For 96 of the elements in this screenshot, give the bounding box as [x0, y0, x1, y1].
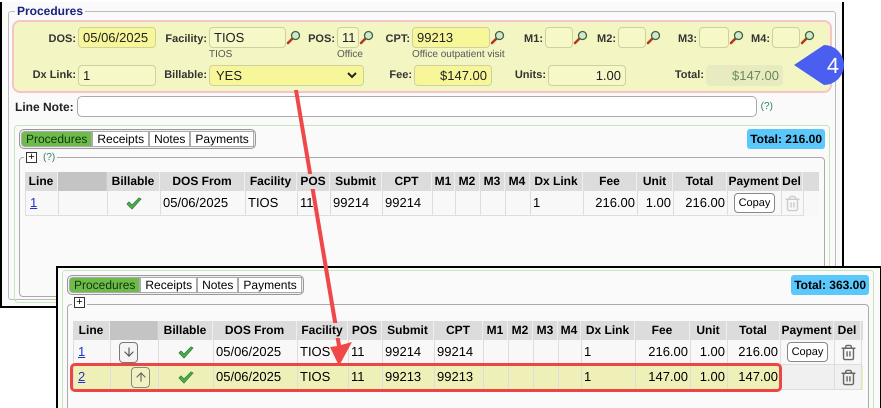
- search-icon[interactable]: [573, 30, 588, 45]
- input-field[interactable]: [772, 27, 800, 48]
- table-cell: 1: [531, 191, 584, 216]
- total-badge: Total: 363.00: [791, 275, 869, 295]
- field-label: CPT:: [384, 32, 411, 47]
- field-label: Units:: [514, 68, 547, 84]
- column-header: Payment: [781, 323, 832, 338]
- move-up-button[interactable]: [131, 366, 150, 388]
- search-icon[interactable]: [490, 30, 505, 45]
- table-cell: 147.00: [728, 365, 781, 390]
- move-down-button[interactable]: [119, 342, 138, 362]
- input-field[interactable]: 05/06/2025: [78, 27, 156, 48]
- field-label: POS:: [307, 32, 336, 47]
- total-badge: Total: 216.00: [747, 129, 825, 149]
- line-link[interactable]: 1: [28, 193, 40, 213]
- column-header: POS: [300, 174, 326, 189]
- column-header: Facility: [250, 174, 292, 189]
- field-label: DOS:: [48, 32, 77, 47]
- input-field[interactable]: 1: [78, 65, 156, 86]
- table-cell: 05/06/2025: [161, 191, 246, 216]
- input-field[interactable]: 99213: [412, 27, 490, 48]
- search-icon[interactable]: [800, 30, 815, 45]
- table-cell: 1: [582, 365, 636, 390]
- field-label: Fee:: [388, 68, 413, 84]
- field-label: M4:: [750, 32, 771, 47]
- input-field[interactable]: TIOS: [209, 27, 286, 48]
- expand-button[interactable]: +: [26, 152, 37, 163]
- table-cell: 99214: [331, 191, 383, 216]
- select-field[interactable]: YES: [209, 65, 364, 86]
- field-label: M3:: [677, 32, 698, 47]
- table-cell: 11: [349, 365, 383, 390]
- table-cell: 99213: [383, 365, 435, 390]
- delete-icon[interactable]: [840, 344, 856, 360]
- column-header: Payment: [728, 174, 779, 189]
- tab[interactable]: Procedures: [21, 131, 92, 147]
- table-row[interactable]: 1 05/06/2025 TIOS 11 99214 99214 1 216.00 1.00 216.00 Copay: [73, 340, 863, 365]
- field-label: Dx Link:: [32, 68, 77, 84]
- field-label: Facility:: [164, 32, 208, 47]
- search-icon[interactable]: [359, 30, 374, 45]
- expand-button[interactable]: +: [74, 297, 85, 308]
- tab[interactable]: Receipts: [140, 277, 198, 293]
- table-cell: 1.00: [638, 191, 674, 216]
- total-field: $147.00: [706, 65, 783, 86]
- line-note-field[interactable]: [76, 96, 757, 117]
- tab[interactable]: Notes: [197, 277, 238, 293]
- input-field[interactable]: $147.00: [414, 65, 492, 86]
- copay-button[interactable]: Copay: [786, 342, 828, 362]
- line-link[interactable]: 2: [76, 367, 88, 387]
- field-caption: Office: [337, 49, 364, 61]
- help-link[interactable]: (?): [43, 150, 56, 165]
- table-cell: 1.00: [691, 365, 728, 390]
- table-row[interactable]: 2 05/06/2025 TIOS 11 99213 99213 1 147.00 1.00 147.00: [73, 365, 863, 390]
- table-cell: TIOS: [298, 365, 349, 390]
- table-cell: 05/06/2025: [214, 340, 298, 365]
- tab[interactable]: Procedures: [69, 277, 140, 293]
- header-cell: [110, 321, 158, 340]
- field-caption: Office outpatient visit: [412, 49, 505, 61]
- help-link[interactable]: (?): [760, 99, 773, 114]
- tab[interactable]: Payments: [238, 277, 302, 293]
- table-cell: 216.00: [584, 191, 638, 216]
- table-cell: 216.00: [636, 340, 691, 365]
- table-cell: 05/06/2025: [214, 365, 298, 390]
- field-caption: TIOS: [209, 49, 234, 61]
- column-header: Facility: [301, 323, 343, 338]
- tab[interactable]: Receipts: [92, 131, 150, 147]
- input-field[interactable]: 1.00: [548, 65, 626, 86]
- delete-icon[interactable]: [840, 368, 856, 386]
- header-cell: [58, 172, 107, 191]
- table-cell: 1: [582, 340, 636, 365]
- field-label: Billable:: [163, 68, 208, 84]
- search-icon[interactable]: [646, 30, 661, 45]
- section-title: Procedures: [16, 3, 84, 20]
- field-label: M1:: [523, 32, 544, 47]
- input-field[interactable]: [618, 27, 646, 48]
- table-cell: 99213: [435, 365, 484, 390]
- table-cell: 1.00: [691, 340, 728, 365]
- table-cell: 99214: [383, 340, 435, 365]
- table-cell: 99214: [383, 191, 433, 216]
- tab[interactable]: Notes: [149, 131, 190, 147]
- input-field[interactable]: [699, 27, 729, 48]
- field-label: Total:: [674, 68, 705, 84]
- line-link[interactable]: 1: [76, 342, 88, 362]
- field-label: Line Note:: [15, 98, 75, 116]
- input-field[interactable]: 11: [337, 27, 359, 48]
- field-label: M2:: [596, 32, 617, 47]
- table-cell: 99214: [435, 340, 484, 365]
- copay-button[interactable]: Copay: [734, 193, 776, 213]
- search-icon[interactable]: [286, 30, 301, 45]
- table-cell: 216.00: [674, 191, 728, 216]
- table-cell: 216.00: [728, 340, 781, 365]
- tab[interactable]: Payments: [190, 131, 254, 147]
- chevron-down-icon: [347, 72, 357, 79]
- table-cell: TIOS: [246, 191, 298, 216]
- input-field[interactable]: [545, 27, 573, 48]
- search-icon[interactable]: [729, 30, 744, 45]
- table-cell: 147.00: [636, 365, 691, 390]
